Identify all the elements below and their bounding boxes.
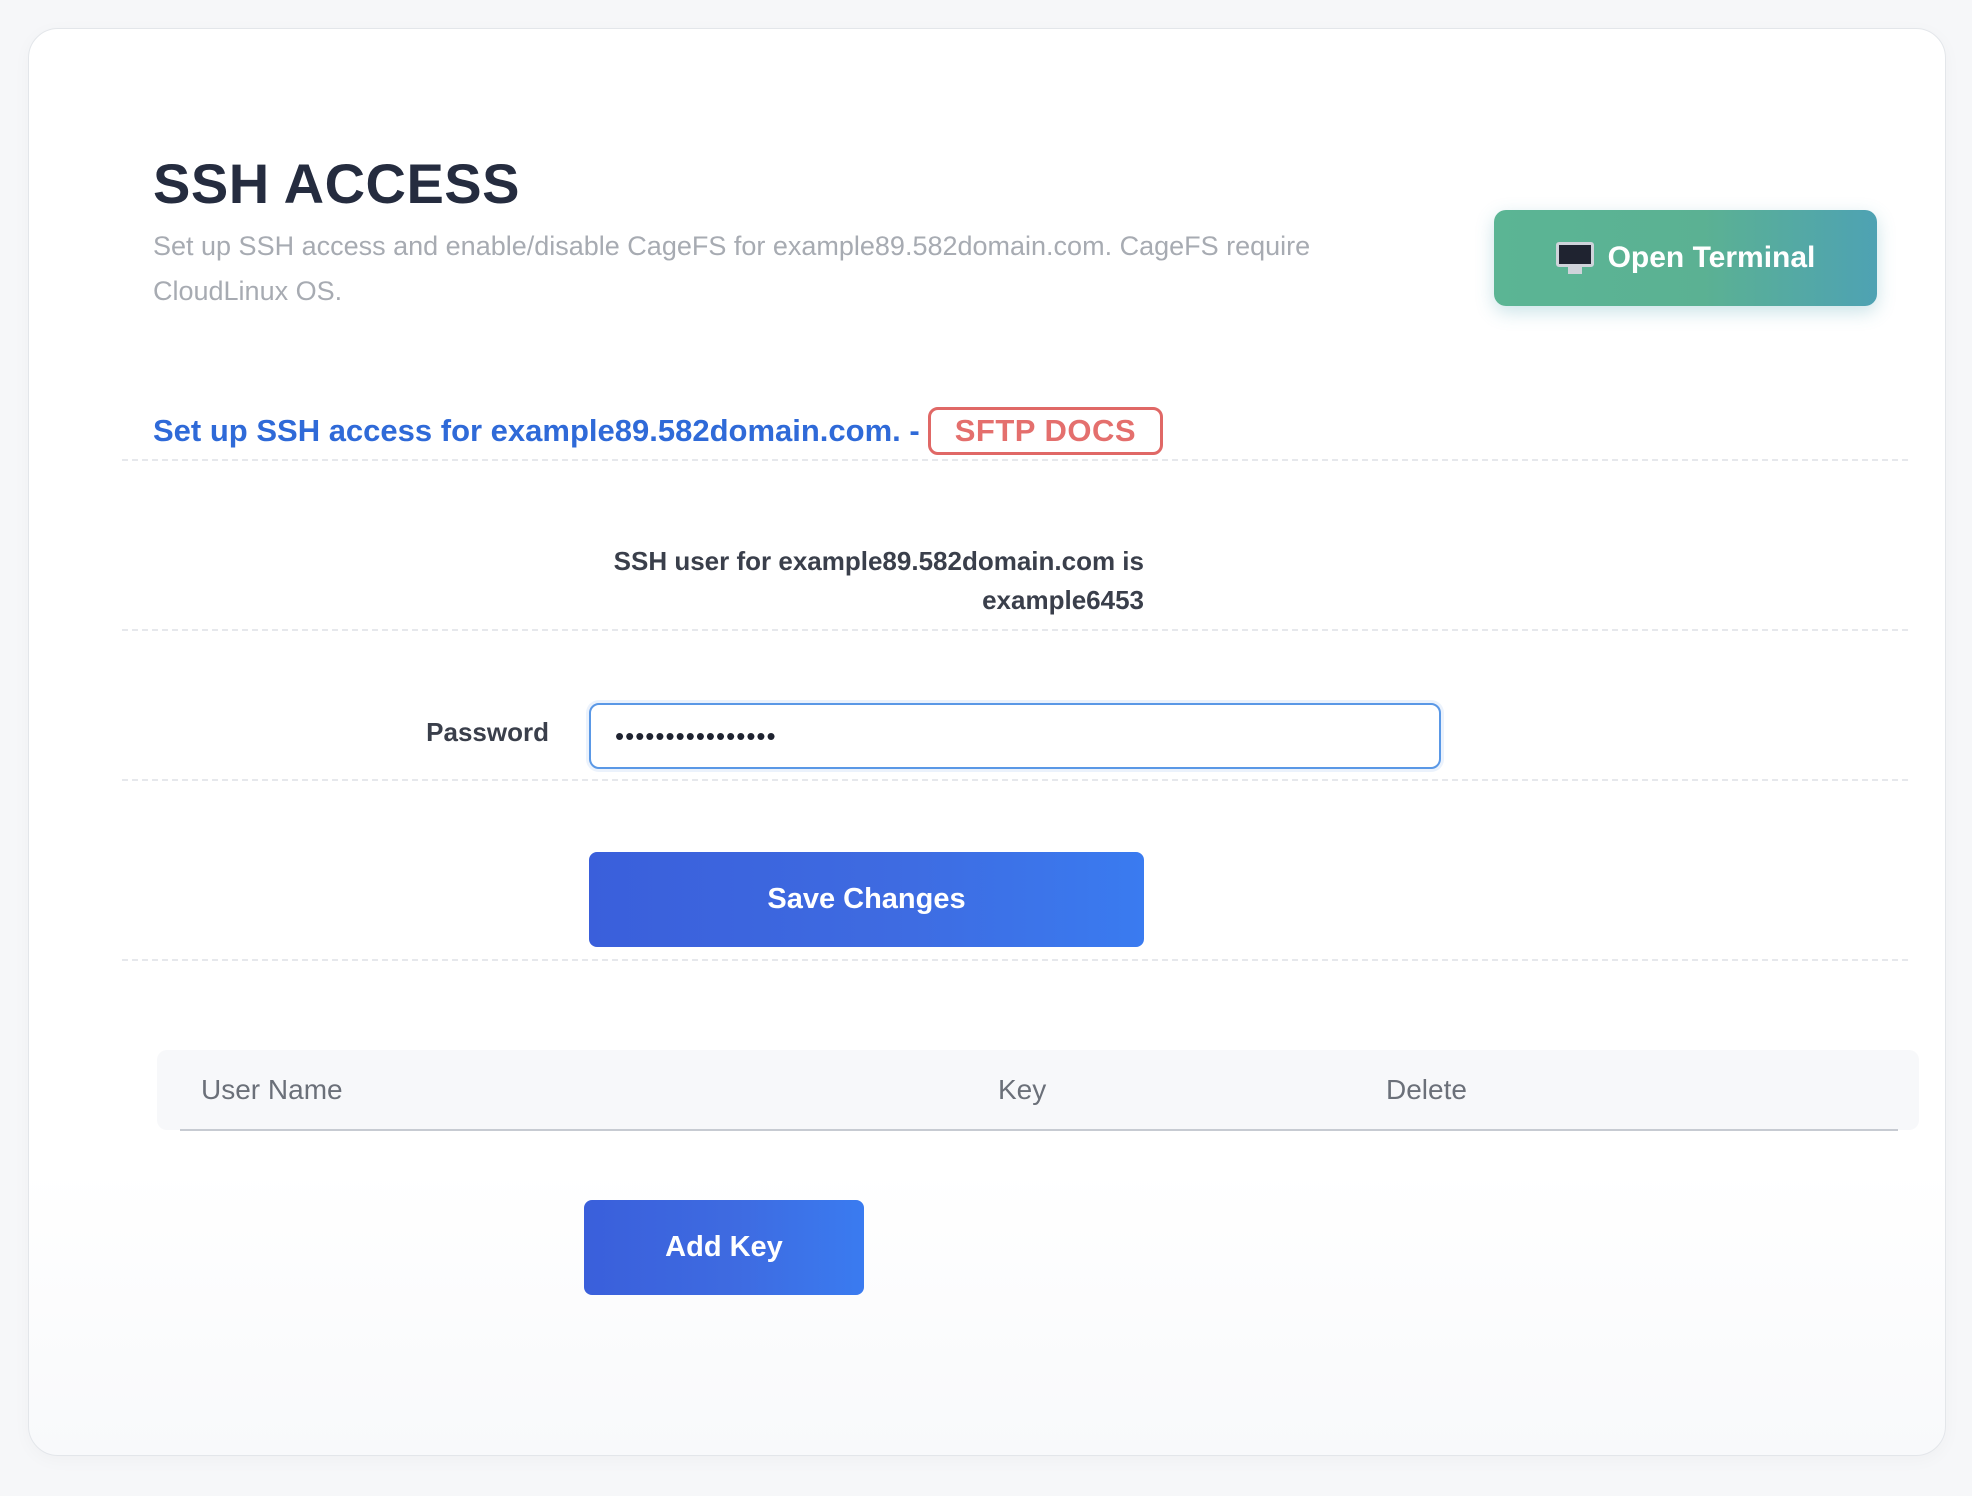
ssh-user-info: SSH user for example89.582domain.com is … xyxy=(489,542,1144,620)
monitor-icon xyxy=(1555,242,1594,274)
sftp-docs-link[interactable]: SFTP DOCS xyxy=(927,407,1164,455)
open-terminal-button[interactable]: Open Terminal xyxy=(1494,210,1877,306)
divider xyxy=(122,629,1908,631)
ssh-user-line: SSH user for example89.582domain.com is xyxy=(613,546,1144,576)
setup-heading: Set up SSH access for example89.582domai… xyxy=(153,407,1164,455)
divider xyxy=(122,459,1908,461)
divider xyxy=(122,959,1908,961)
password-input[interactable] xyxy=(589,703,1441,769)
add-key-button[interactable]: Add Key xyxy=(584,1200,864,1295)
save-changes-button[interactable]: Save Changes xyxy=(589,852,1144,947)
password-label: Password xyxy=(426,717,549,747)
column-header-key: Key xyxy=(998,1074,1047,1105)
ssh-user-name: example6453 xyxy=(982,585,1144,615)
keys-table-header: User Name Key Delete xyxy=(157,1050,1919,1130)
page-title: SSH ACCESS xyxy=(153,152,521,215)
setup-text: Set up SSH access for example89.582domai… xyxy=(153,413,920,448)
ssh-access-card: SSH ACCESS Set up SSH access and enable/… xyxy=(28,28,1946,1456)
column-header-delete: Delete xyxy=(1386,1074,1467,1105)
open-terminal-label: Open Terminal xyxy=(1607,241,1816,274)
page-subtitle: Set up SSH access and enable/disable Cag… xyxy=(153,231,1311,306)
divider xyxy=(122,779,1908,781)
column-header-user-name: User Name xyxy=(201,1074,343,1105)
table-header-rule xyxy=(180,1129,1898,1131)
